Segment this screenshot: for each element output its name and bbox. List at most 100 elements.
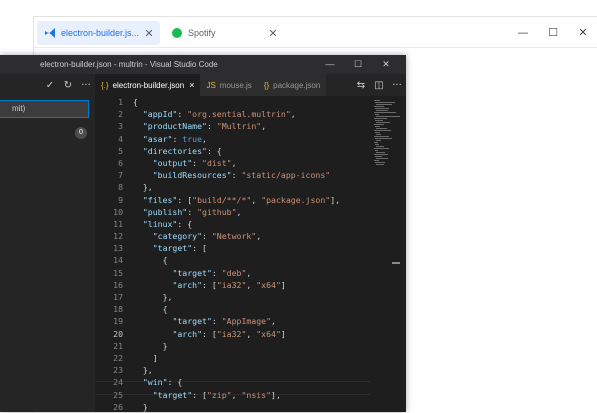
close-tab-icon[interactable]: ✕ xyxy=(142,27,156,40)
close-button[interactable]: ✕ xyxy=(372,55,400,74)
minimap-line xyxy=(374,154,388,155)
code-line: "productName": "Multrin", xyxy=(142,121,267,132)
minimap-line xyxy=(376,134,381,135)
code-line: { xyxy=(133,304,168,315)
code-line: "linux": { xyxy=(142,218,193,229)
code-line: "arch": ["ia32", "x64"] xyxy=(172,328,286,339)
minimap-line xyxy=(375,138,392,139)
window-title: electron-builder.json - multrin - Visual… xyxy=(40,60,218,69)
line-number: 24 xyxy=(113,377,123,388)
more-actions-icon[interactable]: ··· xyxy=(388,80,406,91)
line-number: 21 xyxy=(113,340,123,351)
minimap[interactable] xyxy=(370,96,400,412)
minimap-line xyxy=(376,104,392,105)
minimap-line xyxy=(376,116,400,117)
close-tab-icon[interactable]: × xyxy=(189,80,194,90)
code-line: "target": ["zip", "nsis"], xyxy=(152,389,281,400)
maximize-button[interactable]: ☐ xyxy=(344,55,372,74)
minimize-button[interactable]: — xyxy=(316,55,344,74)
code-line: } xyxy=(133,340,168,351)
line-number: 10 xyxy=(113,206,123,217)
line-number: 9 xyxy=(118,194,123,205)
line-number: 17 xyxy=(113,292,123,302)
maximize-button[interactable]: ☐ xyxy=(538,17,568,47)
minimap-line xyxy=(374,130,391,131)
commit-icon[interactable]: ✓ xyxy=(41,80,59,91)
split-editor-icon[interactable]: ◫ xyxy=(370,80,388,91)
tab-electron-builder[interactable]: electron-builder.js... ✕ xyxy=(37,21,160,45)
tab-label: mouse.js xyxy=(219,80,252,90)
tab-mouse-js[interactable]: JS mouse.js xyxy=(200,74,258,96)
code-line: }, xyxy=(133,292,173,302)
vscode-window-controls: — ☐ ✕ xyxy=(316,55,400,74)
line-number: 15 xyxy=(113,267,123,278)
tab-package-json[interactable]: {} package.json xyxy=(257,74,327,96)
minimap-line xyxy=(374,118,387,119)
line-number: 1 xyxy=(118,97,123,107)
line-number: 6 xyxy=(118,157,123,168)
minimap-line xyxy=(376,140,381,141)
line-number: 23 xyxy=(113,365,123,376)
code-line: "publish": "github", xyxy=(142,206,242,217)
editor-tabs: {.} electron-builder.json × JS mouse.js … xyxy=(95,74,406,96)
code-line: "appId": "org.sential.multrin", xyxy=(142,109,296,120)
code-line: "win": { xyxy=(142,377,183,388)
open-changes-icon[interactable]: ⇆ xyxy=(352,80,370,91)
changes-section[interactable]: 0 xyxy=(0,121,95,143)
spotify-icon xyxy=(172,28,182,38)
scrollbar-marker[interactable] xyxy=(392,262,400,264)
minimap-line xyxy=(374,112,396,113)
code-line: "files": ["build/**/*", "package.json"], xyxy=(142,194,341,205)
line-number: 13 xyxy=(113,243,123,254)
changes-count-badge: 0 xyxy=(75,127,87,139)
line-number: 11 xyxy=(113,218,123,229)
minimap-line xyxy=(375,102,395,103)
minimize-button[interactable]: — xyxy=(508,17,538,47)
json-file-icon: {} xyxy=(263,80,270,90)
tab-spotify[interactable]: Spotify ✕ xyxy=(164,21,284,45)
tab-electron-builder-json[interactable]: {.} electron-builder.json × xyxy=(95,74,201,96)
code-line: "target": "AppImage", xyxy=(172,316,276,327)
line-number: 18 xyxy=(113,304,123,315)
minimap-line xyxy=(374,148,389,149)
minimap-line xyxy=(375,156,382,157)
vscode-icon xyxy=(45,28,55,38)
minimap-line xyxy=(374,106,384,107)
close-button[interactable]: ✕ xyxy=(568,17,597,47)
refresh-icon[interactable]: ↻ xyxy=(59,80,77,91)
window-tab-bar: electron-builder.js... ✕ Spotify ✕ — ☐ ✕ xyxy=(34,17,597,48)
editor-actions: ⇆ ◫ ··· xyxy=(352,74,406,96)
code-line: ] xyxy=(133,352,158,363)
line-number: 14 xyxy=(113,255,123,266)
code-line: { xyxy=(133,97,138,107)
commit-message-input[interactable]: mit) xyxy=(0,100,89,118)
code-content[interactable]: { "appId": "org.sential.multrin", "produ… xyxy=(133,96,340,412)
minimap-line xyxy=(375,126,380,127)
line-number: 3 xyxy=(118,121,123,132)
minimap-line xyxy=(374,142,378,143)
code-line: "target": "deb", xyxy=(172,267,252,278)
code-line: "buildResources": "static/app-icons" xyxy=(152,170,331,181)
minimap-line xyxy=(374,100,380,101)
minimap-line xyxy=(375,114,379,115)
minimap-line xyxy=(376,128,387,129)
line-number: 25 xyxy=(113,389,123,400)
window-controls: — ☐ ✕ xyxy=(508,17,597,47)
minimap-line xyxy=(376,158,388,159)
minimap-line xyxy=(376,122,390,123)
tab-label: Spotify xyxy=(188,28,216,38)
more-icon[interactable]: ··· xyxy=(77,80,95,91)
line-number: 19 xyxy=(113,316,123,327)
code-line: "asar": true, xyxy=(142,133,207,144)
code-line: }, xyxy=(133,365,153,376)
code-editor[interactable]: 1 2 3 4 5 6 7 8 9 10 11 12 13 14 15 16 17 18 19 20 21 22 23 24 2… xyxy=(95,96,406,412)
code-line: "arch": ["ia32", "x64"] xyxy=(172,279,286,290)
minimap-line xyxy=(375,132,380,133)
line-number: 26 xyxy=(113,401,123,412)
code-line: }, xyxy=(133,182,153,193)
line-number: 8 xyxy=(118,182,123,193)
close-tab-icon[interactable]: ✕ xyxy=(266,27,280,40)
code-line: { xyxy=(133,255,168,266)
minimap-line xyxy=(374,124,384,125)
source-control-sidebar: ✓ ↻ ··· mit) 0 xyxy=(0,74,95,412)
